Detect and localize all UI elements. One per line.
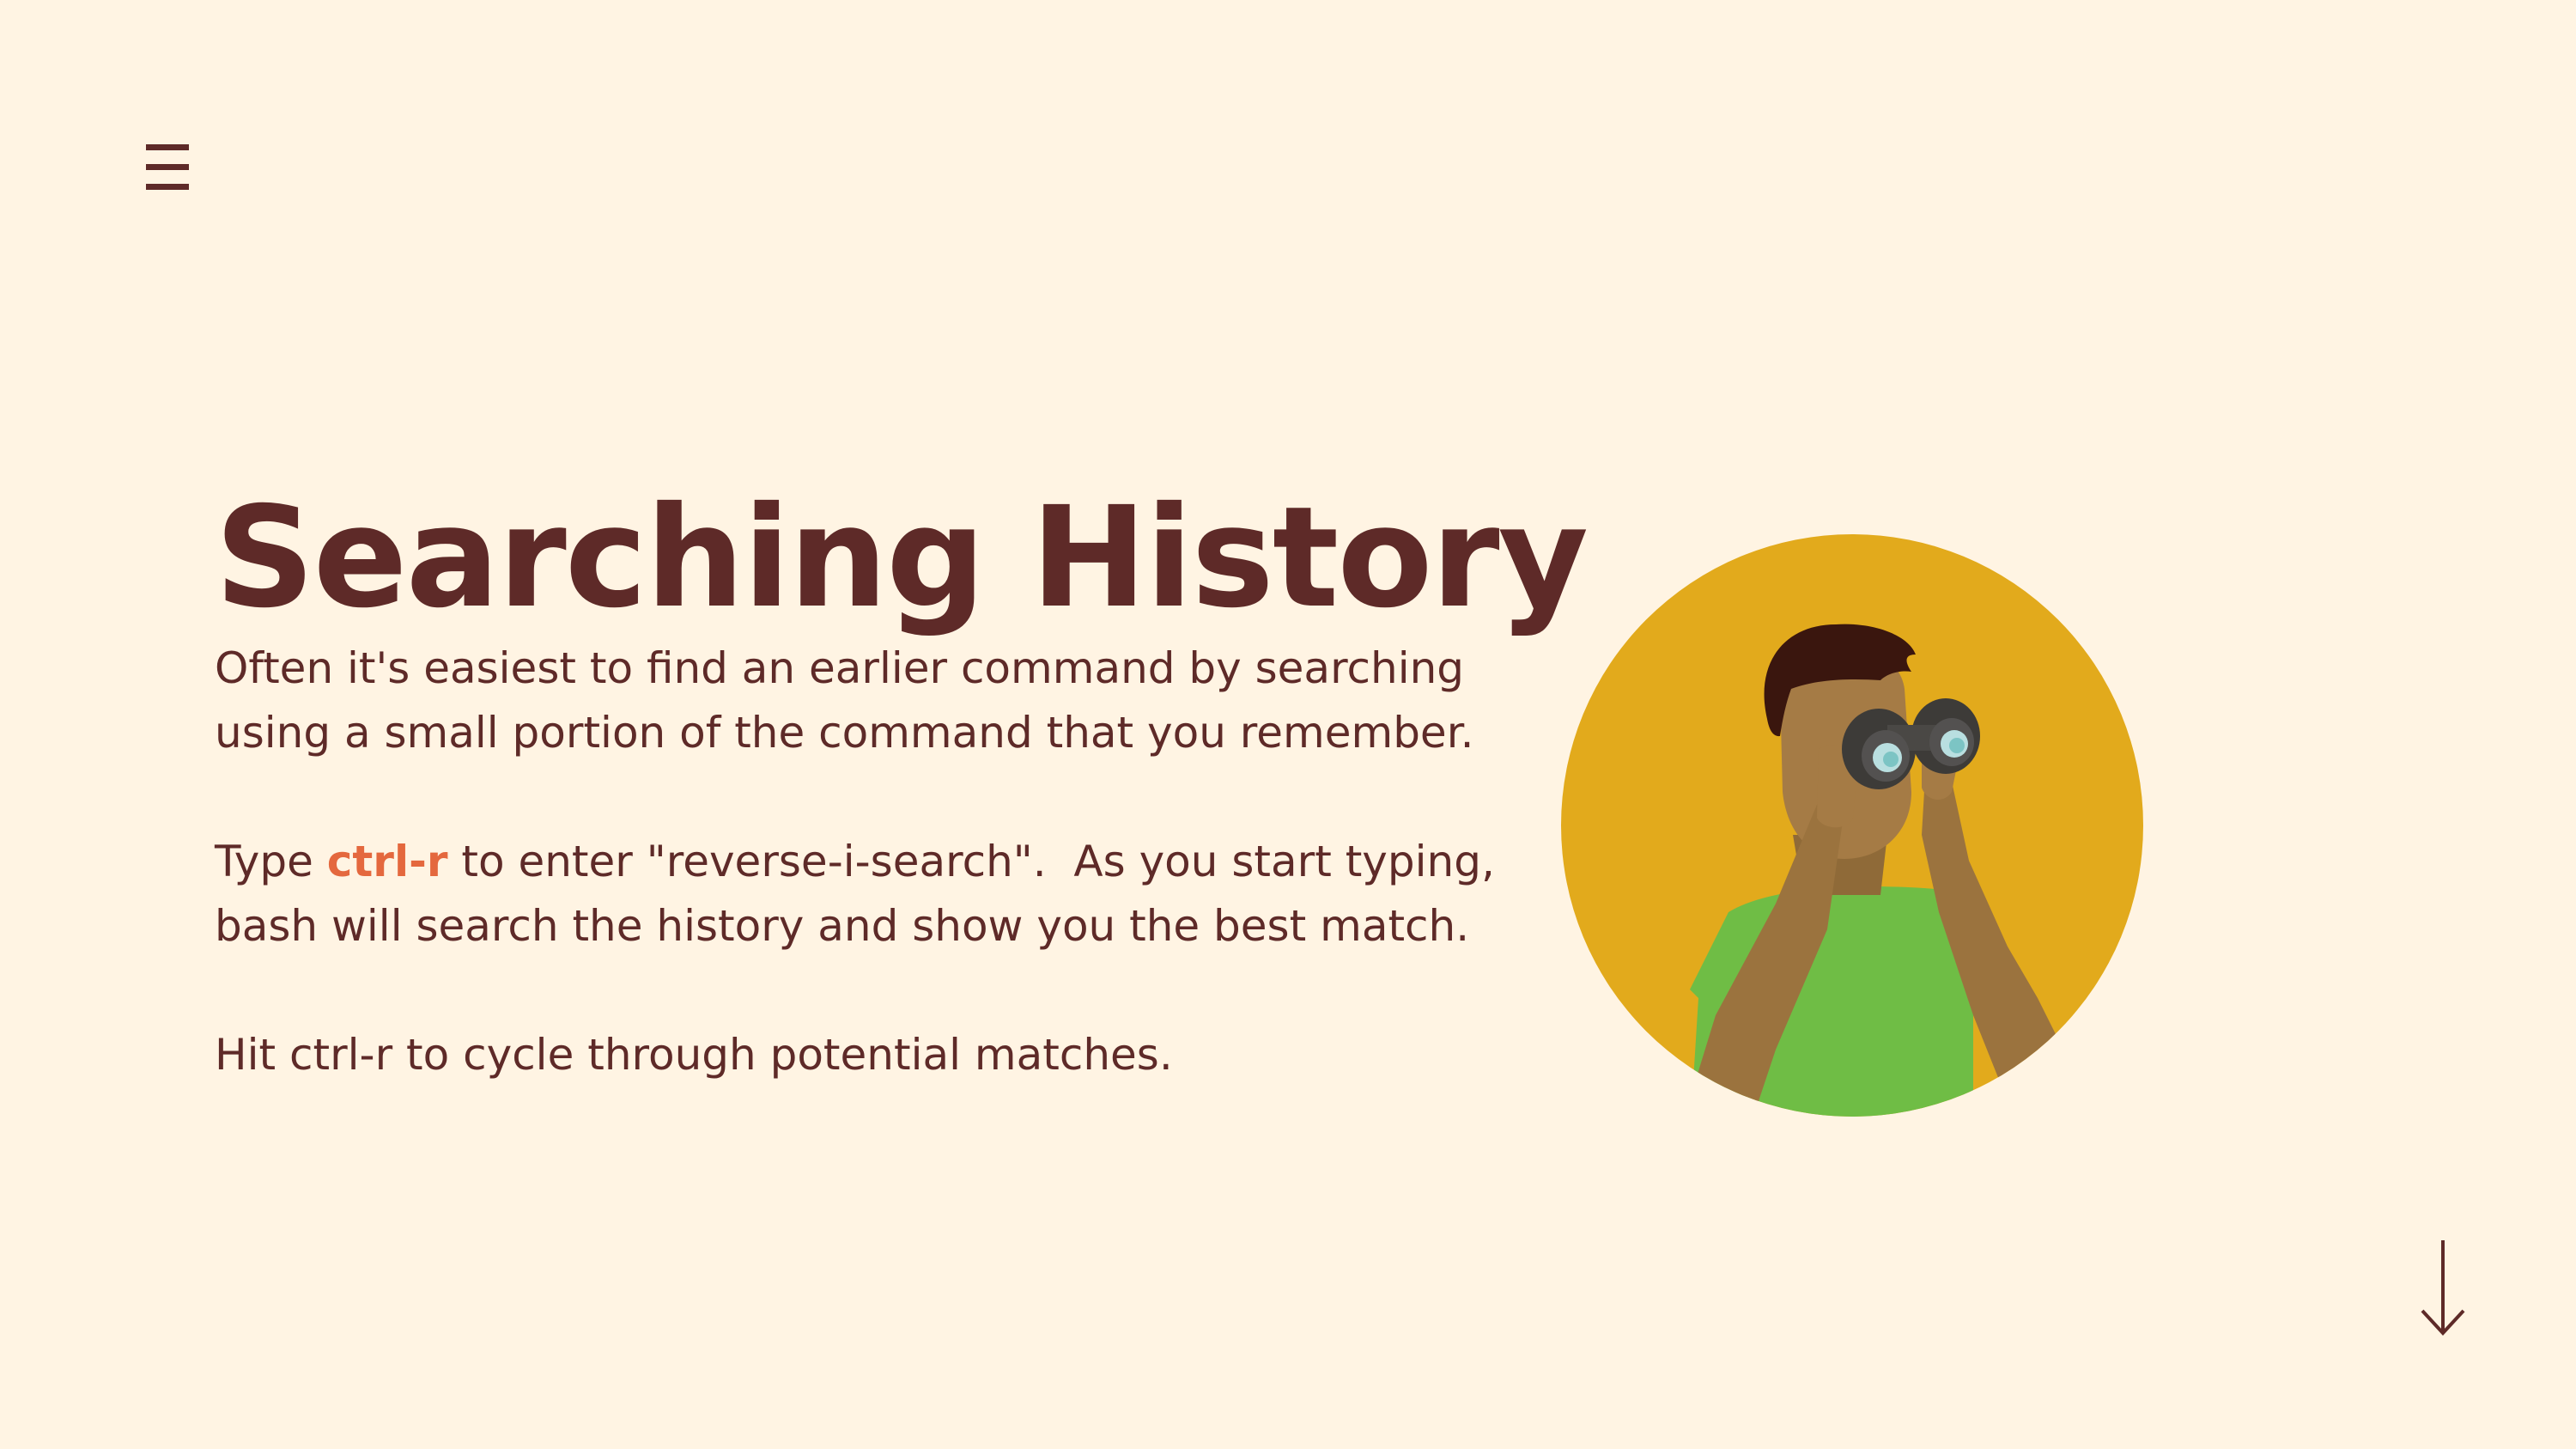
intro-line-2: using a small portion of the command tha… — [215, 708, 1474, 758]
tip-paragraph: Hit ctrl-r to cycle through potential ma… — [215, 1030, 1173, 1080]
person-with-binoculars — [1561, 534, 2143, 1117]
shortcut-highlight: ctrl-r — [326, 837, 448, 886]
instruction-line-1-suffix: to enter "reverse-i-search". As you star… — [447, 837, 1495, 886]
arrow-down-icon — [2421, 1240, 2465, 1336]
slide-title: Searching History — [215, 478, 1589, 639]
intro-line-1: Often it's easiest to find an earlier co… — [215, 643, 1465, 693]
binoculars-illustration — [1561, 534, 2143, 1117]
slide-content: Searching History Often it's easiest to … — [215, 477, 1589, 1087]
scroll-down-button[interactable] — [2417, 1237, 2469, 1340]
instruction-line-2: bash will search the history and show yo… — [215, 901, 1470, 951]
hamburger-menu-icon — [146, 144, 189, 190]
instruction-prefix: Type — [215, 837, 327, 886]
intro-paragraph: Often it's easiest to find an earlier co… — [215, 636, 1520, 765]
menu-button[interactable] — [137, 137, 197, 198]
instruction-paragraph: Type ctrl-r to enter "reverse-i-search".… — [215, 830, 1520, 959]
